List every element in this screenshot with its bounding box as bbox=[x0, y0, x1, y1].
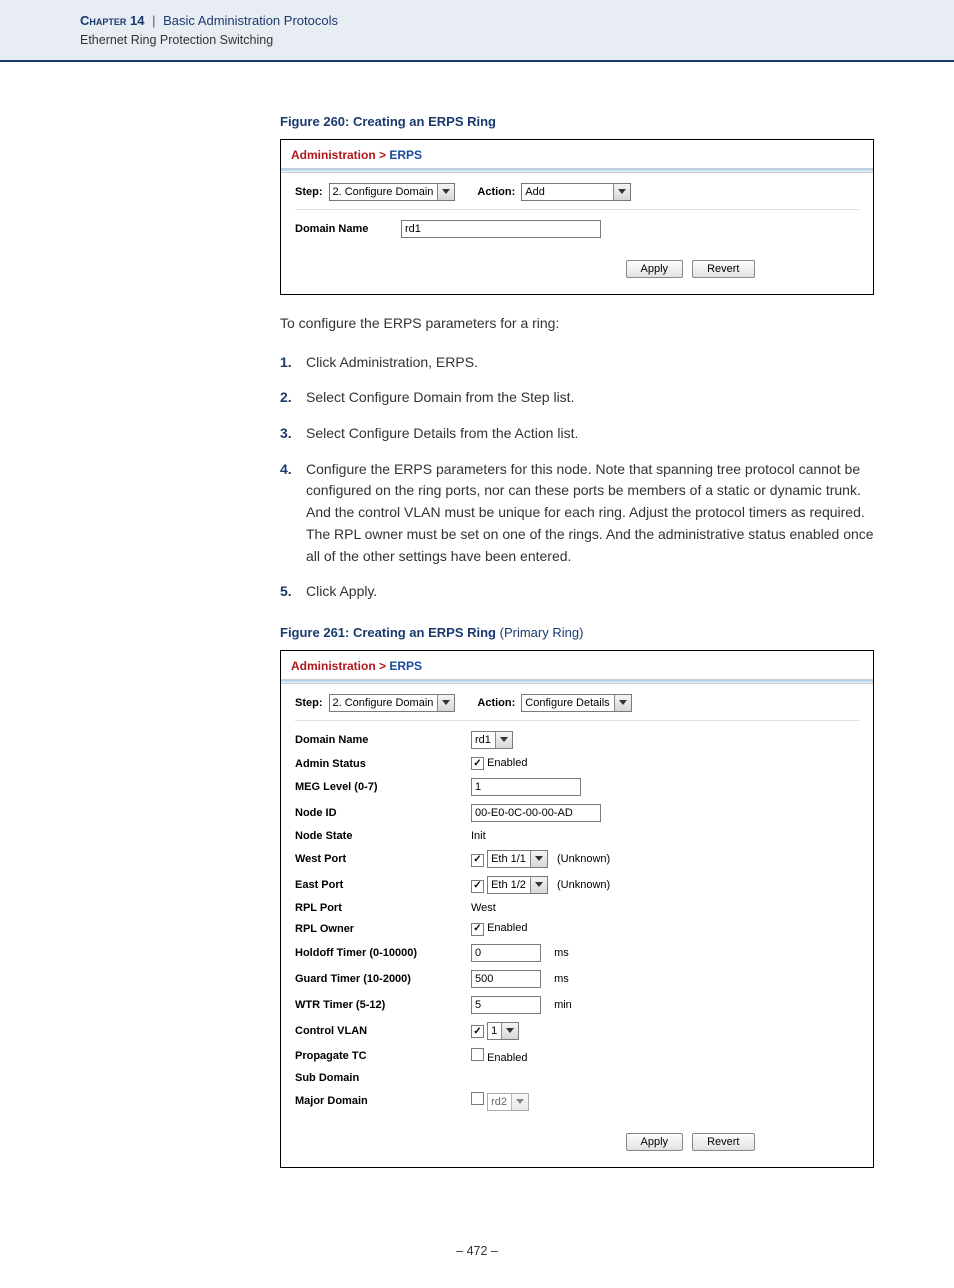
figure-260-screenshot: Administration > ERPS Step: 2. Configure… bbox=[280, 139, 874, 295]
control-vlan-checkbox[interactable] bbox=[471, 1025, 484, 1038]
rpl-owner-checkbox[interactable] bbox=[471, 923, 484, 936]
chevron-down-icon bbox=[437, 695, 454, 711]
chevron-down-icon bbox=[613, 184, 630, 200]
erps-form: Domain Name rd1 Admin Status Enable bbox=[295, 727, 616, 1115]
action-select[interactable]: Configure Details bbox=[521, 694, 631, 712]
section-title: Basic Administration Protocols bbox=[163, 13, 338, 28]
east-port-select[interactable]: Eth 1/2 bbox=[487, 876, 548, 894]
node-state-value: Init bbox=[471, 826, 616, 846]
step-label: Step: bbox=[295, 697, 323, 709]
east-port-checkbox[interactable] bbox=[471, 880, 484, 893]
meg-level-input[interactable] bbox=[471, 778, 581, 796]
action-label: Action: bbox=[477, 186, 515, 198]
chevron-down-icon bbox=[501, 1023, 518, 1039]
domain-name-select[interactable]: rd1 bbox=[471, 731, 513, 749]
page-header: Chapter 14 | Basic Administration Protoc… bbox=[0, 0, 954, 62]
holdoff-input[interactable] bbox=[471, 944, 541, 962]
subsection-title: Ethernet Ring Protection Switching bbox=[80, 32, 954, 50]
chevron-down-icon bbox=[530, 851, 547, 867]
domain-name-label: Domain Name bbox=[295, 223, 395, 235]
propagate-tc-checkbox[interactable] bbox=[471, 1048, 484, 1061]
node-id-input[interactable] bbox=[471, 804, 601, 822]
instructions-list: 1.Click Administration, ERPS. 2.Select C… bbox=[280, 352, 874, 603]
chevron-down-icon bbox=[530, 877, 547, 893]
guard-input[interactable] bbox=[471, 970, 541, 988]
rpl-port-value: West bbox=[471, 898, 616, 918]
figure-261-caption: Figure 261: Creating an ERPS Ring (Prima… bbox=[280, 625, 874, 640]
revert-button[interactable]: Revert bbox=[692, 260, 754, 278]
breadcrumb: Administration > ERPS bbox=[281, 140, 873, 169]
step-select[interactable]: 2. Configure Domain bbox=[329, 183, 456, 201]
figure-260-caption: Figure 260: Creating an ERPS Ring bbox=[280, 114, 874, 129]
figure-261-screenshot: Administration > ERPS Step: 2. Configure… bbox=[280, 650, 874, 1168]
major-domain-checkbox[interactable] bbox=[471, 1092, 484, 1105]
revert-button[interactable]: Revert bbox=[692, 1133, 754, 1151]
wtr-input[interactable] bbox=[471, 996, 541, 1014]
chevron-down-icon bbox=[495, 732, 512, 748]
chevron-down-icon bbox=[437, 184, 454, 200]
step-label: Step: bbox=[295, 186, 323, 198]
instructions-intro: To configure the ERPS parameters for a r… bbox=[280, 313, 874, 334]
chevron-down-icon bbox=[511, 1094, 528, 1110]
action-label: Action: bbox=[477, 697, 515, 709]
breadcrumb: Administration > ERPS bbox=[281, 651, 873, 680]
major-domain-select[interactable]: rd2 bbox=[487, 1093, 529, 1111]
chapter-label: Chapter 14 bbox=[80, 13, 144, 28]
domain-name-input[interactable] bbox=[401, 220, 601, 238]
west-port-select[interactable]: Eth 1/1 bbox=[487, 850, 548, 868]
apply-button[interactable]: Apply bbox=[626, 260, 684, 278]
chevron-down-icon bbox=[614, 695, 631, 711]
apply-button[interactable]: Apply bbox=[626, 1133, 684, 1151]
action-select[interactable]: Add bbox=[521, 183, 631, 201]
control-vlan-select[interactable]: 1 bbox=[487, 1022, 519, 1040]
step-select[interactable]: 2. Configure Domain bbox=[329, 694, 456, 712]
west-port-checkbox[interactable] bbox=[471, 854, 484, 867]
admin-status-checkbox[interactable] bbox=[471, 757, 484, 770]
page-number: – 472 – bbox=[0, 1226, 954, 1288]
